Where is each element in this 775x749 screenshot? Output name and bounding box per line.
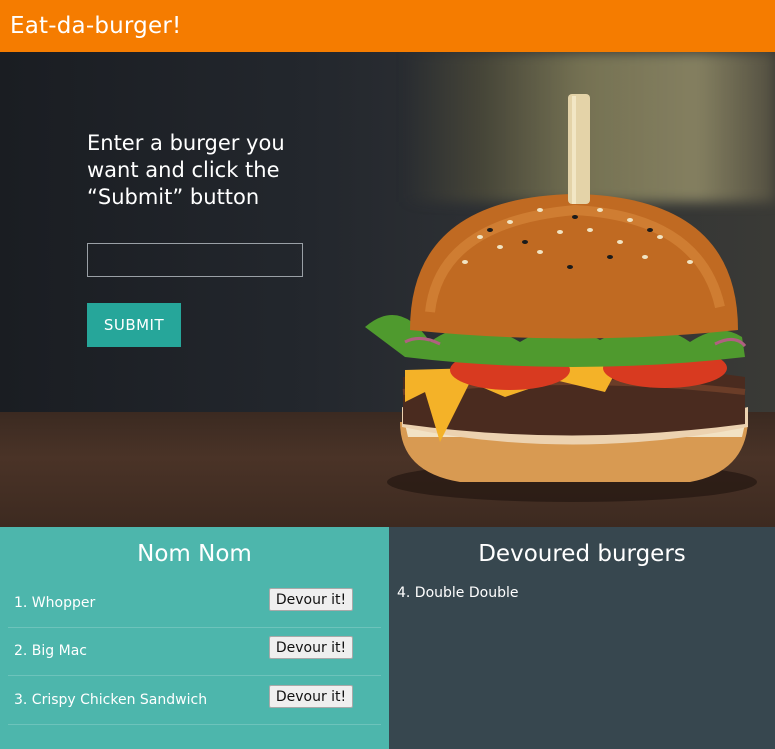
devoured-title: Devoured burgers [478,541,686,567]
burger-name-input[interactable] [87,243,303,277]
devour-button[interactable]: Devour it! [269,636,353,659]
devour-button[interactable]: Devour it! [269,685,353,708]
brand-title[interactable]: Eat-da-burger! [10,13,181,39]
burger-image [365,94,757,502]
hero-instructions: Enter a burger you want and click the “S… [87,131,285,209]
list-item: 1. Whopper Devour it! [8,580,381,628]
nom-nom-panel: Nom Nom 1. Whopper Devour it! 2. Big Mac… [0,527,389,749]
list-item: 2. Big Mac Devour it! [8,628,381,676]
burger-label: 2. Big Mac [14,643,87,659]
burger-label: 3. Crispy Chicken Sandwich [14,692,208,708]
navbar: Eat-da-burger! [0,0,775,52]
list-item: 3. Crispy Chicken Sandwich Devour it! [8,677,381,725]
nom-nom-title: Nom Nom [137,541,252,567]
devoured-item: 4. Double Double [397,585,519,601]
submit-button[interactable]: SUBMIT [87,303,181,347]
devour-button[interactable]: Devour it! [269,588,353,611]
devoured-panel: Devoured burgers 4. Double Double [389,527,775,749]
hero-banner: Enter a burger you want and click the “S… [0,52,775,527]
burger-label: 1. Whopper [14,595,96,611]
